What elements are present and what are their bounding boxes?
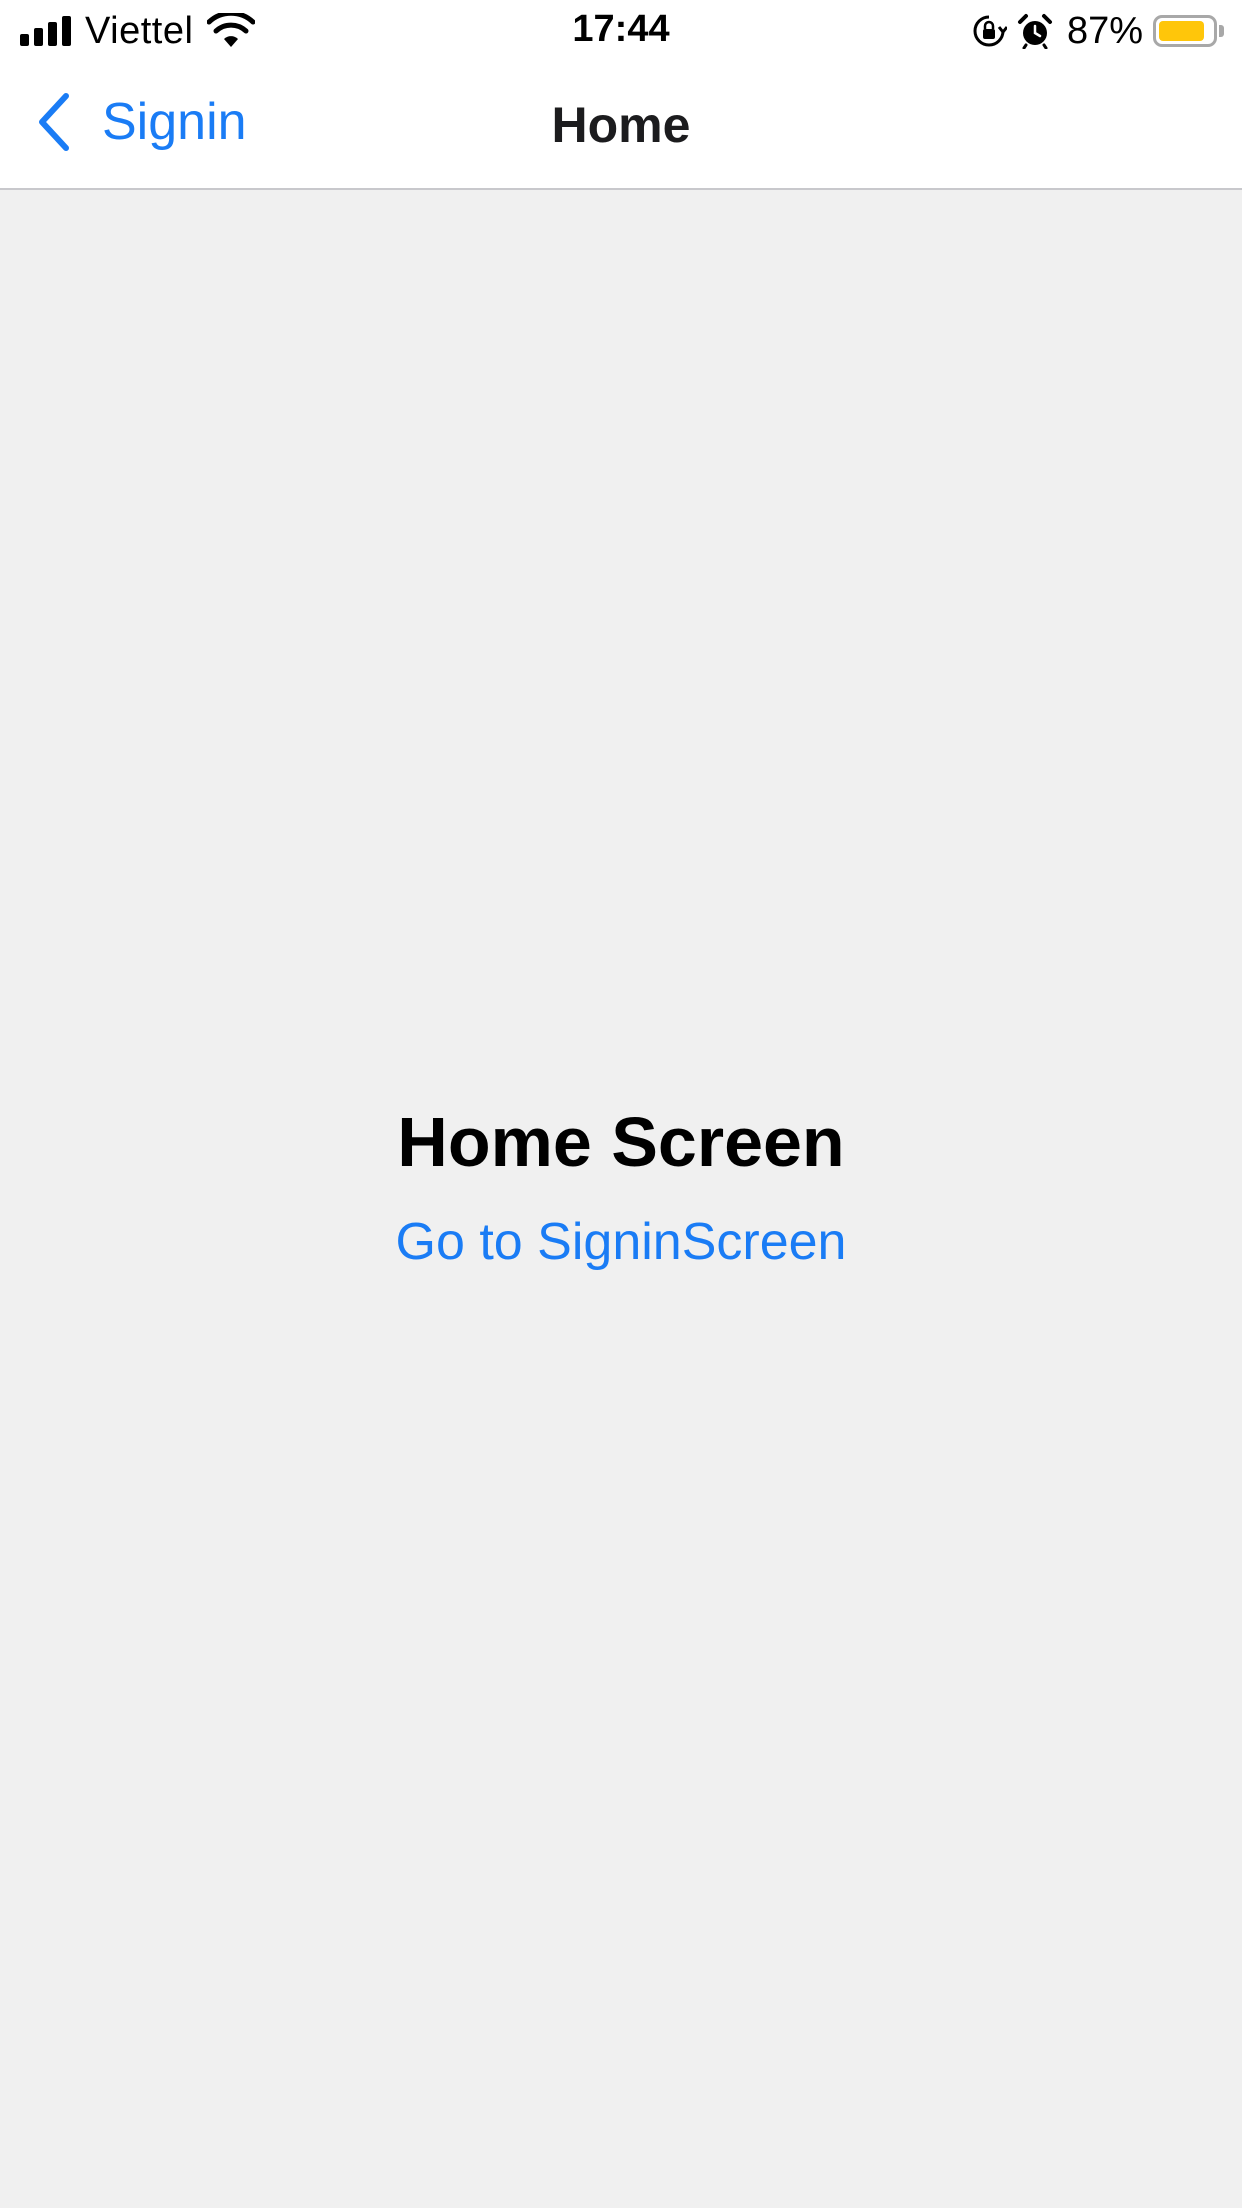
nav-title: Home xyxy=(551,97,691,153)
go-to-signin-link[interactable]: Go to SigninScreen xyxy=(396,1213,847,1271)
rotation-lock-icon xyxy=(973,15,1007,47)
battery-percent: 87% xyxy=(1066,9,1143,52)
status-right: 87% xyxy=(971,10,1224,52)
alarm-icon xyxy=(1017,14,1052,49)
page-heading: Home Screen xyxy=(397,1103,845,1181)
battery-level xyxy=(1159,21,1205,41)
main-content: Home Screen Go to SigninScreen xyxy=(0,190,1242,2208)
navigation-bar: Signin Home xyxy=(0,60,1242,190)
battery-cap xyxy=(1219,25,1224,37)
battery-icon xyxy=(1153,15,1217,47)
signin-link-row: Go to SigninScreen xyxy=(0,1212,1242,1272)
status-bar: Viettel 17:44 87% xyxy=(0,0,1242,60)
